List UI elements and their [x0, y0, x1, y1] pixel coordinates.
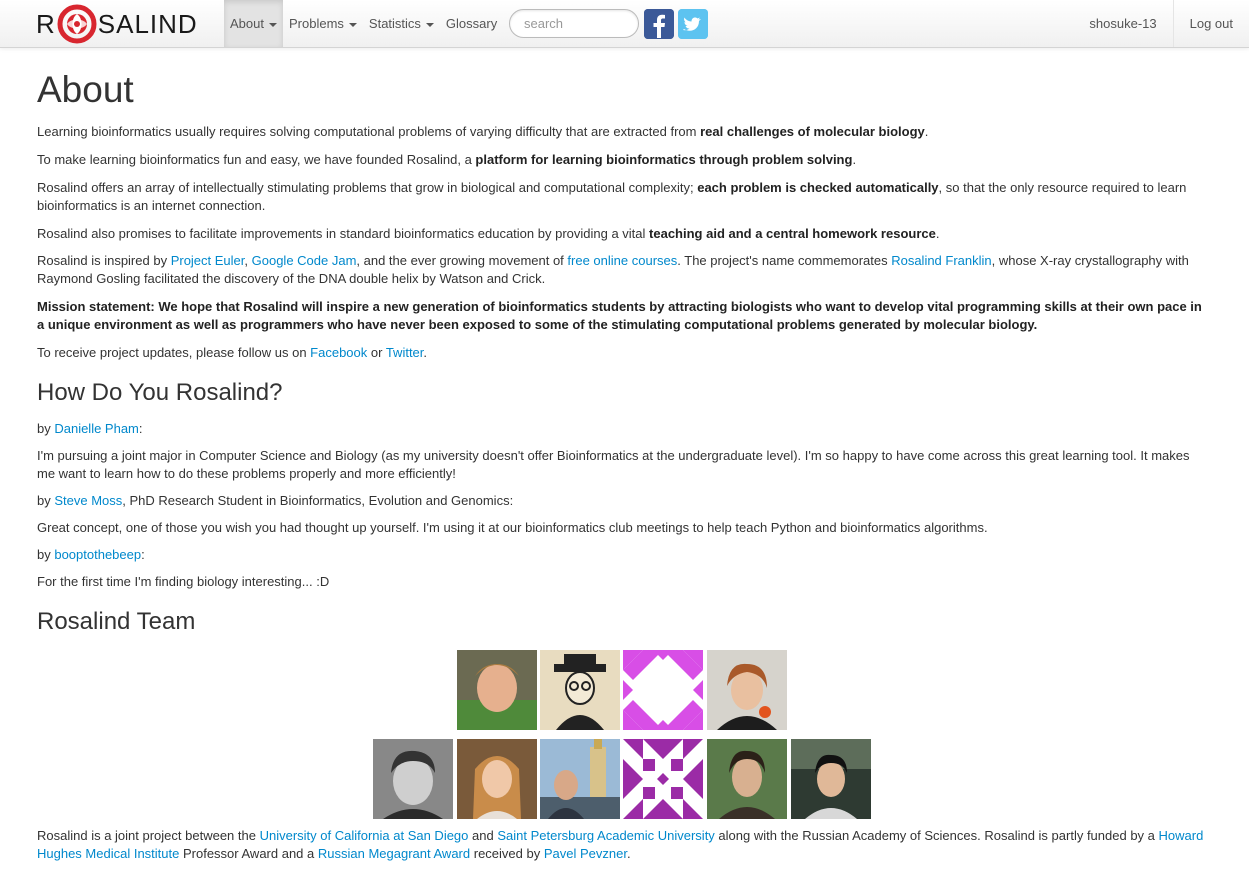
paragraph-text: , and the ever growing movement of [356, 253, 568, 268]
brand-suffix: SALIND [97, 9, 198, 39]
spbau-link[interactable]: Saint Petersburg Academic University [497, 828, 714, 843]
chevron-down-icon [268, 22, 277, 27]
about-paragraph: Rosalind also promises to facilitate imp… [37, 225, 1209, 243]
paragraph-text: . The project's name commemorates [677, 253, 892, 268]
team-member-avatar[interactable] [373, 739, 453, 819]
rosalind-logo-icon [57, 4, 97, 44]
author-suffix: , PhD Research Student in Bioinformatics… [122, 493, 514, 508]
paragraph-end: . [924, 124, 929, 139]
follow-paragraph: To receive project updates, please follo… [37, 344, 1209, 362]
author-link[interactable]: Steve Moss [54, 493, 122, 508]
team-member-avatar[interactable] [791, 739, 871, 819]
team-member-avatar[interactable] [707, 650, 787, 730]
about-paragraph: To make learning bioinformatics fun and … [37, 151, 1209, 169]
brand-prefix: R [36, 9, 56, 39]
chevron-down-icon [348, 22, 357, 27]
nav-problems[interactable]: Problems [283, 0, 363, 47]
team-member-avatar[interactable] [540, 739, 620, 819]
nav-glossary[interactable]: Glossary [440, 0, 503, 47]
nav-statistics-label: Statistics [368, 15, 421, 31]
team-member-avatar[interactable] [457, 650, 537, 730]
team-member-identicon[interactable] [623, 650, 703, 730]
inspiration-paragraph: Rosalind is inspired by Project Euler, G… [37, 252, 1209, 288]
mission-text: Mission statement: We hope that Rosalind… [37, 299, 1202, 332]
facebook-link[interactable]: Facebook [310, 345, 367, 360]
by-label: by [37, 547, 55, 562]
paragraph-text: Rosalind is a joint project between the [37, 828, 260, 843]
user-menu[interactable]: shosuke-13 [1073, 0, 1172, 47]
paragraph-text: Professor Award and a [179, 846, 318, 861]
top-navbar: R SALIND About Problems Statistics Gloss… [0, 0, 1249, 48]
team-member-avatar[interactable] [457, 739, 537, 819]
paragraph-text: along with the Russian Academy of Scienc… [714, 828, 1159, 843]
testimonial-byline: by Steve Moss, PhD Research Student in B… [37, 492, 1209, 510]
facebook-icon[interactable] [644, 9, 674, 39]
paragraph-text: Rosalind is inspired by [37, 253, 171, 268]
paragraph-bold: teaching aid and a central homework reso… [649, 226, 936, 241]
logout-link[interactable]: Log out [1172, 0, 1249, 47]
team-member-identicon[interactable] [623, 739, 703, 819]
paragraph-text: . [626, 846, 631, 861]
free-online-courses-link[interactable]: free online courses [567, 253, 677, 268]
testimonial-byline: by booptothebeep: [37, 546, 1209, 564]
paragraph-end: . [935, 226, 940, 241]
author-suffix: : [141, 547, 145, 562]
testimonial-byline: by Danielle Pham: [37, 420, 1209, 438]
testimonial-quote: Great concept, one of those you wish you… [37, 520, 988, 535]
chevron-down-icon [425, 22, 434, 27]
paragraph-bold: platform for learning bioinformatics thr… [475, 152, 853, 167]
by-label: by [37, 421, 55, 436]
paragraph-text: , [244, 253, 252, 268]
nav-statistics[interactable]: Statistics [363, 0, 440, 47]
page-title: About [37, 69, 134, 110]
nav-about[interactable]: About [224, 0, 283, 47]
pavel-pevzner-link[interactable]: Pavel Pevzner [544, 846, 627, 861]
mission-statement: Mission statement: We hope that Rosalind… [37, 298, 1209, 334]
rosalind-logo[interactable]: R SALIND [36, 3, 198, 45]
paragraph-text: . [423, 345, 428, 360]
rosalind-franklin-link[interactable]: Rosalind Franklin [891, 253, 991, 268]
project-euler-link[interactable]: Project Euler [171, 253, 245, 268]
team-member-avatar[interactable] [707, 739, 787, 819]
username: shosuke-13 [1089, 15, 1157, 31]
search-input[interactable] [509, 9, 639, 38]
logout-label: Log out [1189, 15, 1233, 31]
team-member-avatar[interactable] [540, 650, 620, 730]
paragraph-text: Learning bioinformatics usually requires… [37, 124, 701, 139]
twitter-link[interactable]: Twitter [386, 345, 424, 360]
paragraph-bold: each problem is checked automatically [697, 180, 939, 195]
testimonial-quote: For the first time I'm finding biology i… [37, 574, 330, 589]
paragraph-text: Rosalind offers an array of intellectual… [37, 180, 698, 195]
author-link[interactable]: booptothebeep [54, 547, 141, 562]
author-link[interactable]: Danielle Pham [54, 421, 139, 436]
nav-problems-label: Problems [288, 15, 344, 31]
testimonial-quote: I'm pursuing a joint major in Computer S… [37, 448, 1190, 481]
megagrant-link[interactable]: Russian Megagrant Award [318, 846, 470, 861]
paragraph-text: To receive project updates, please follo… [37, 345, 311, 360]
paragraph-text: or [367, 345, 386, 360]
team-footer: Rosalind is a joint project between the … [37, 827, 1209, 863]
ucsd-link[interactable]: University of California at San Diego [260, 828, 469, 843]
paragraph-text: received by [470, 846, 544, 861]
paragraph-end: . [852, 152, 857, 167]
twitter-icon[interactable] [678, 9, 708, 39]
nav-about-label: About [230, 15, 264, 31]
about-paragraph: Learning bioinformatics usually requires… [37, 123, 1209, 141]
paragraph-bold: real challenges of molecular biology [700, 124, 925, 139]
paragraph-text: To make learning bioinformatics fun and … [37, 152, 476, 167]
paragraph-text: and [468, 828, 498, 843]
paragraph-text: Rosalind also promises to facilitate imp… [37, 226, 650, 241]
about-paragraph: Rosalind offers an array of intellectual… [37, 179, 1209, 215]
team-title: Rosalind Team [37, 608, 196, 635]
by-label: by [37, 493, 55, 508]
nav-glossary-label: Glossary [445, 15, 498, 31]
google-code-jam-link[interactable]: Google Code Jam [252, 253, 357, 268]
testimonials-title: How Do You Rosalind? [37, 379, 283, 406]
author-suffix: : [138, 421, 143, 436]
